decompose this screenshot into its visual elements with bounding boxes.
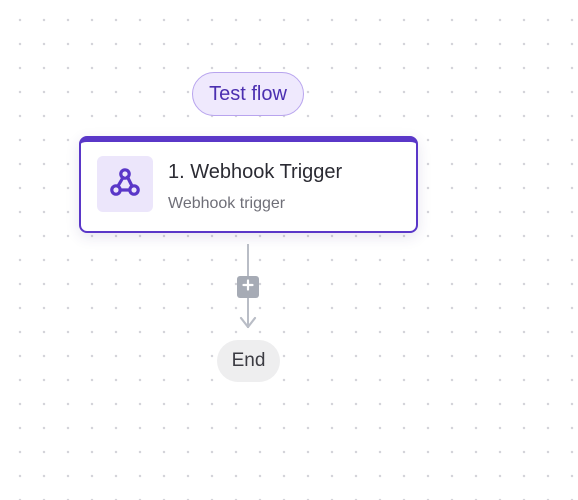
arrow-down-icon — [239, 316, 257, 329]
test-flow-label: Test flow — [209, 82, 287, 105]
step-icon-box — [97, 156, 153, 212]
step-title: 1. Webhook Trigger — [168, 161, 343, 183]
webhook-icon — [108, 165, 142, 204]
add-step-button[interactable] — [237, 276, 259, 298]
step-subtitle: Webhook trigger — [168, 195, 286, 212]
step-card-webhook-trigger[interactable]: 1. Webhook Trigger Webhook trigger — [79, 136, 418, 233]
end-label: End — [231, 350, 266, 371]
test-flow-button[interactable]: Test flow — [192, 72, 304, 116]
end-node: End — [217, 340, 280, 382]
flow-canvas[interactable]: Test flow 1. Webhook Trigger Webhook tri… — [0, 0, 578, 500]
plus-icon — [241, 278, 255, 297]
